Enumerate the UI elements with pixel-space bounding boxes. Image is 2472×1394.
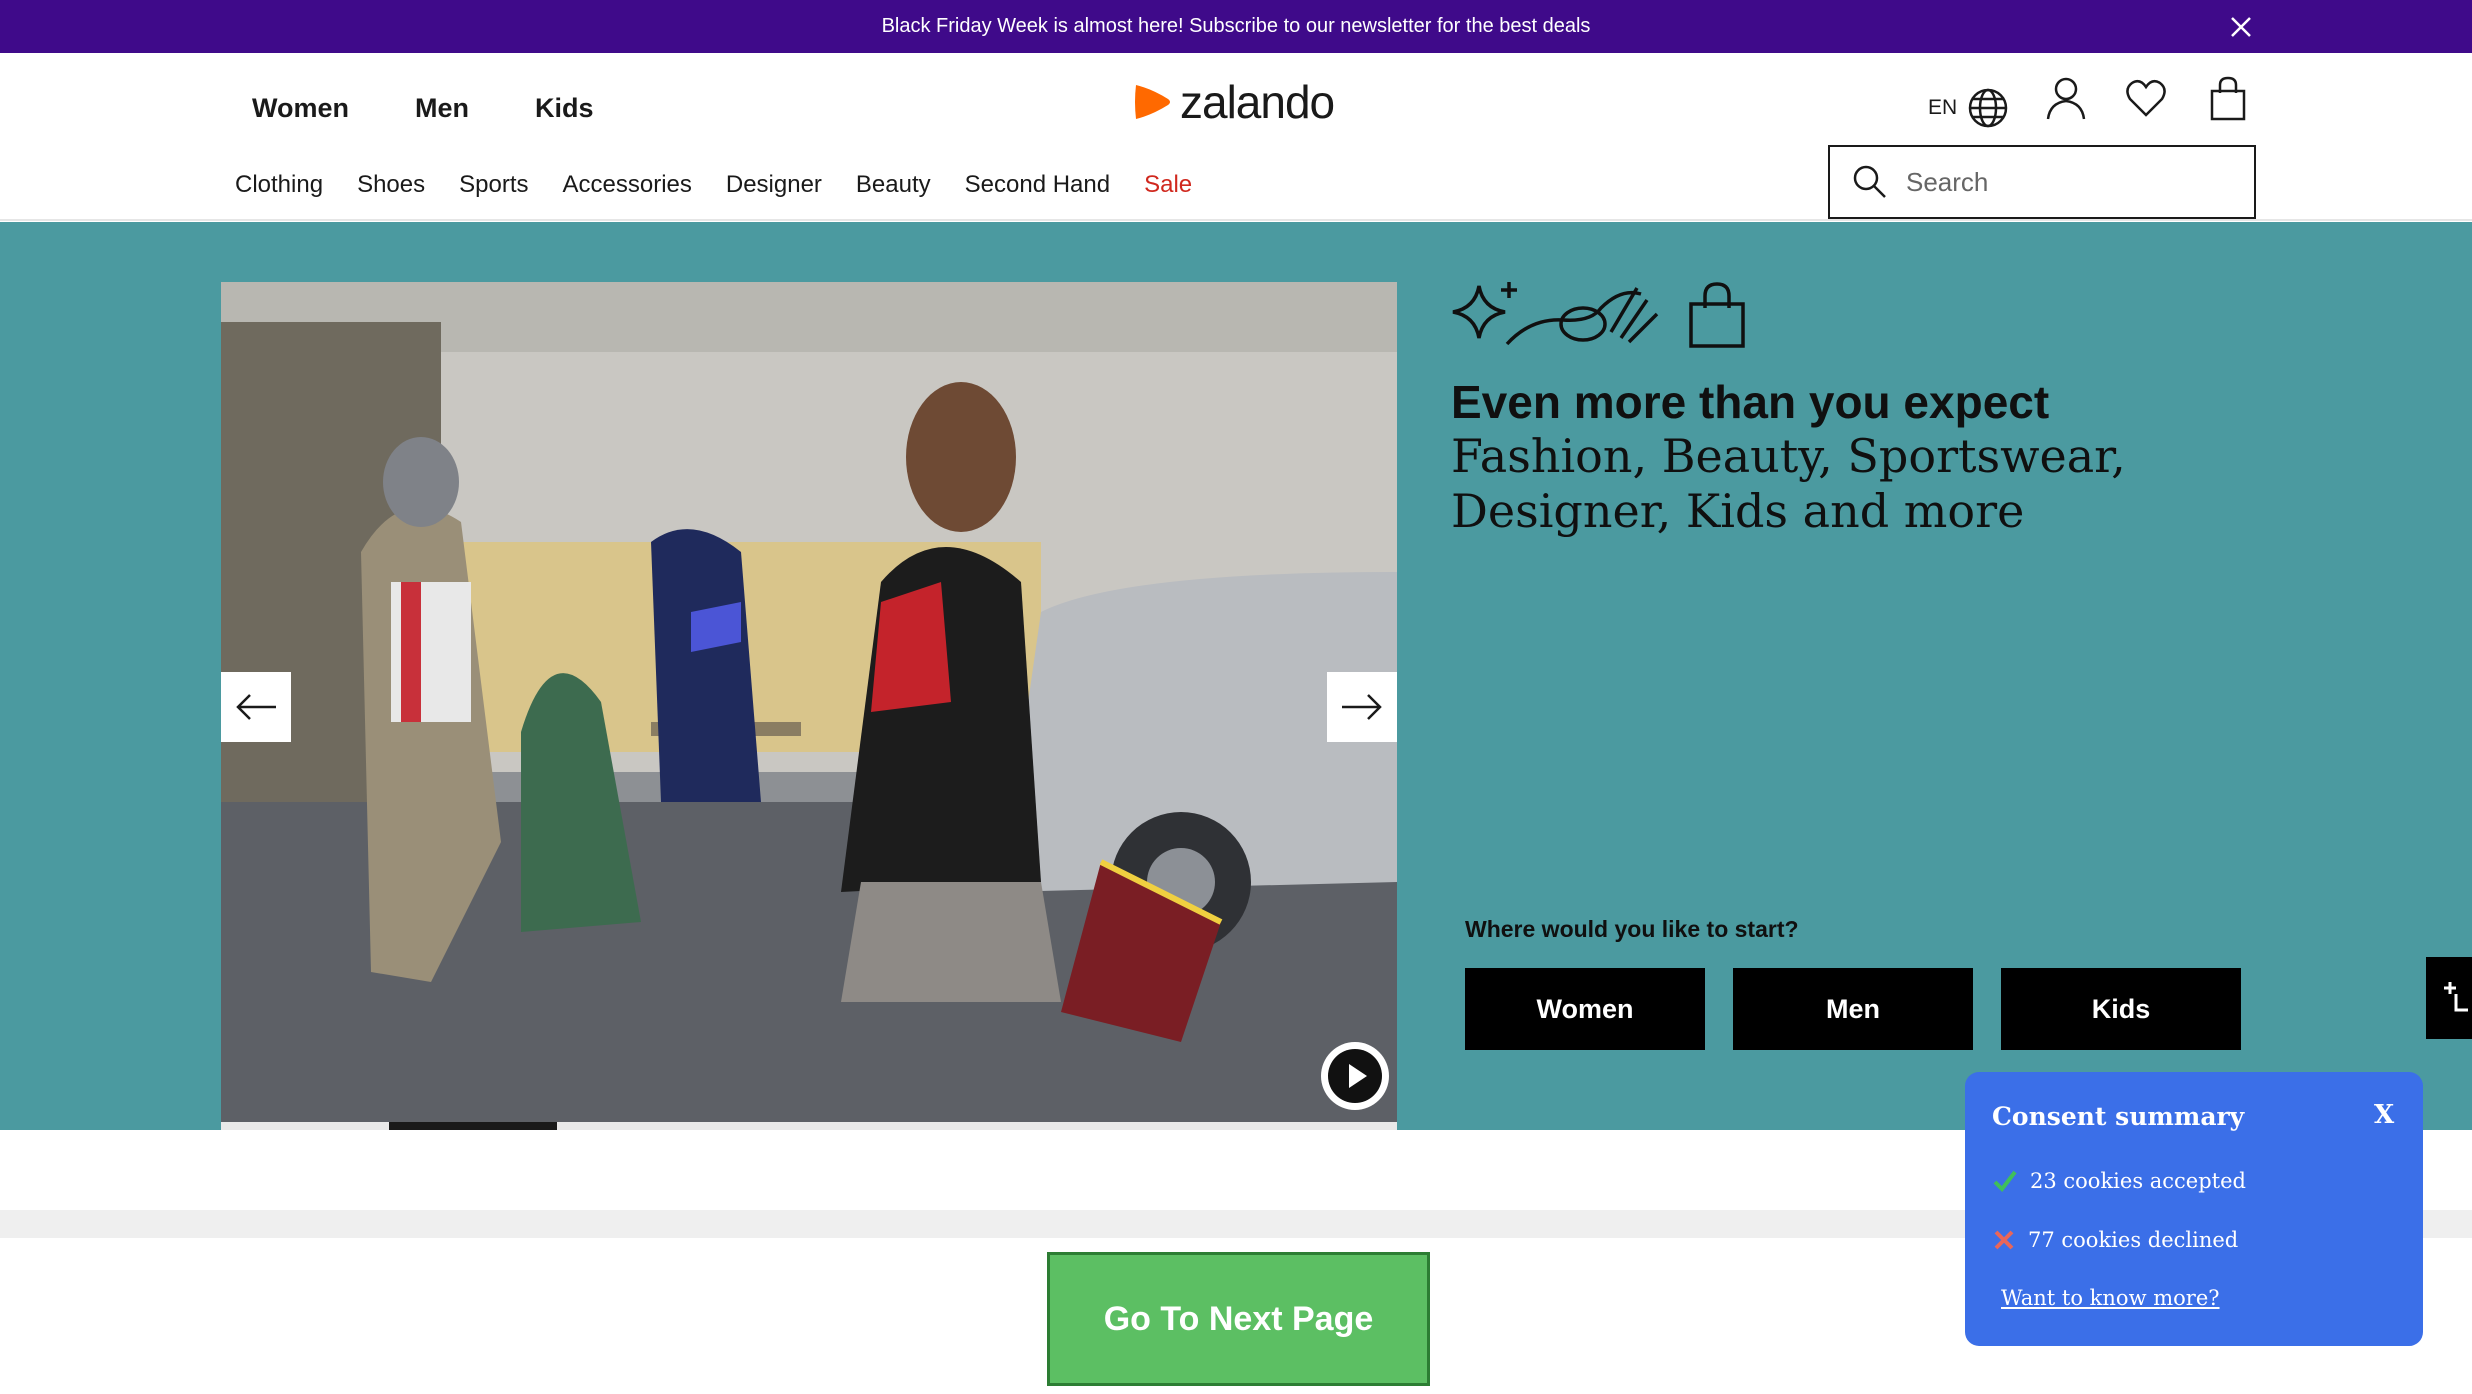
go-to-next-page-button[interactable]: Go To Next Page [1047,1252,1430,1386]
search-input[interactable] [1906,166,2226,198]
hero-photo[interactable] [221,282,1397,1122]
video-play-button[interactable] [1321,1042,1389,1110]
consent-title: Consent summary [1992,1102,2245,1131]
carousel-progress-active [389,1122,557,1130]
logo-play-icon [1135,85,1170,119]
carousel-next-button[interactable] [1327,672,1397,742]
start-men-button[interactable]: Men [1733,968,1973,1050]
category-sports[interactable]: Sports [459,171,528,199]
feedback-side-tab[interactable] [2426,957,2472,1039]
close-icon[interactable] [2226,12,2256,42]
site-header: Women Men Kids zalando EN Clothing Shoes… [0,53,2472,221]
category-shoes[interactable]: Shoes [357,171,425,199]
search-icon [1853,165,1886,198]
start-question: Where would you like to start? [1465,916,1799,942]
carousel-prev-button[interactable] [221,672,291,742]
consent-accepted-row: 23 cookies accepted [1992,1168,2246,1194]
promo-banner: Black Friday Week is almost here! Subscr… [0,0,2472,53]
promo-text: Black Friday Week is almost here! Subscr… [881,15,1591,37]
checkmark-icon [1993,1170,2017,1193]
language-selector[interactable]: EN [1928,87,2009,129]
start-buttons: Women Men Kids [1465,968,2241,1050]
hero-photo-illustration [221,282,1397,1122]
zalando-logo[interactable]: zalando [1130,75,1335,129]
category-designer[interactable]: Designer [726,171,822,199]
category-sale[interactable]: Sale [1144,171,1192,199]
play-icon [1328,1049,1382,1103]
arrow-left-icon [236,694,276,720]
nav-women[interactable]: Women [252,93,349,124]
consent-declined-row: 77 cookies declined [1992,1228,2238,1252]
consent-more-link[interactable]: Want to know more? [2001,1286,2220,1310]
sparkle-eye-bag-icon [1452,282,1745,348]
category-beauty[interactable]: Beauty [856,171,931,199]
hero-headline: Even more than you expect [1451,376,2050,428]
nav-men[interactable]: Men [415,93,469,124]
hero-subline: Fashion, Beauty, Sportswear, Designer, K… [1451,429,2126,538]
category-second-hand[interactable]: Second Hand [965,171,1110,199]
logo-text: zalando [1180,76,1335,128]
consent-summary-popup: Consent summary X 23 cookies accepted 77… [1965,1072,2423,1346]
arrow-right-icon [1342,694,1382,720]
nav-kids[interactable]: Kids [535,93,594,124]
start-kids-button[interactable]: Kids [2001,968,2241,1050]
shopping-bag-icon[interactable] [2206,75,2250,123]
hero-section: Even more than you expect Fashion, Beaut… [0,222,2472,1130]
start-women-button[interactable]: Women [1465,968,1705,1050]
account-icon[interactable] [2044,75,2088,123]
search-box[interactable] [1828,145,2256,219]
consent-declined-text: 77 cookies declined [2028,1228,2239,1252]
consent-accepted-text: 23 cookies accepted [2030,1169,2246,1193]
hero-text-block: Even more than you expect Fashion, Beaut… [1451,278,2431,539]
category-clothing[interactable]: Clothing [235,171,323,199]
category-accessories[interactable]: Accessories [563,171,692,199]
carousel-progress [221,1122,1397,1130]
cross-icon [1994,1230,2014,1250]
crop-plus-icon [2444,982,2468,1012]
consent-close-button[interactable]: X [2374,1100,2394,1130]
gender-nav: Women Men Kids [252,93,594,124]
wishlist-heart-icon[interactable] [2124,75,2168,123]
globe-icon [1968,88,2008,128]
category-nav: Clothing Shoes Sports Accessories Design… [235,171,1192,199]
language-code: EN [1928,96,1958,119]
